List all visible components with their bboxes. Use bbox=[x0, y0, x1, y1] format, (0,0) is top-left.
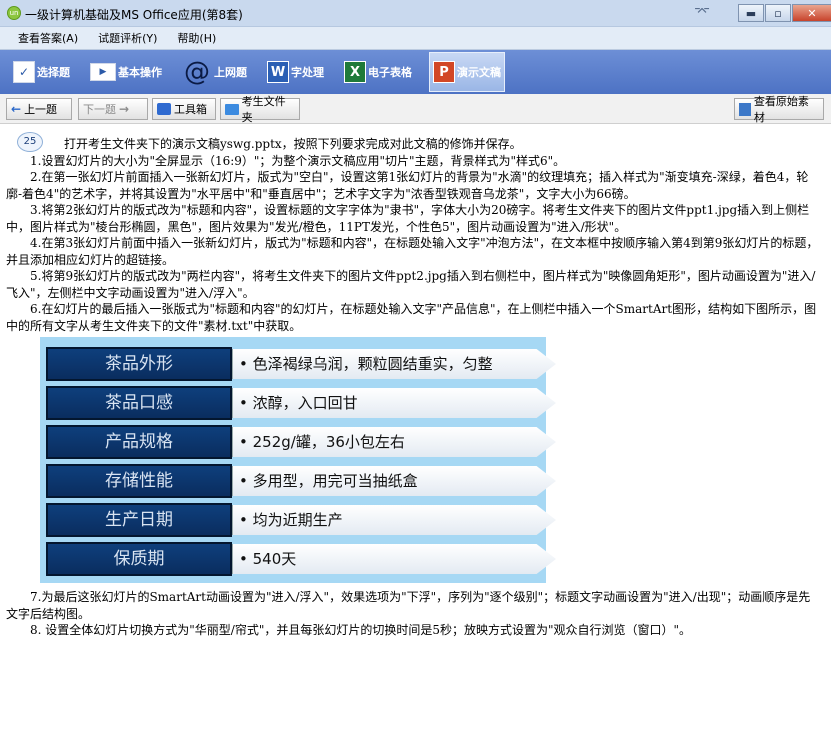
maximize-button[interactable]: ▫ bbox=[765, 4, 791, 22]
smartart-text: • 多用型，用完可当抽纸盒 bbox=[232, 466, 556, 496]
smartart-row: 茶品口感 • 浓醇，入口回甘 bbox=[46, 386, 556, 420]
toolbox-button[interactable]: 工具箱 bbox=[152, 98, 216, 120]
smartart-text: • 540天 bbox=[232, 544, 556, 574]
question-number-badge: 25 bbox=[17, 132, 43, 152]
question-item: 4.在第3张幻灯片前面中插入一张新幻灯片，版式为"标题和内容"，在标题处输入文字… bbox=[6, 236, 819, 267]
basic-op-icon: ▶ bbox=[90, 63, 116, 81]
smartart-label: 生产日期 bbox=[46, 503, 232, 537]
mode-toolbar: ✓ 选择题 ▶ 基本操作 @ 上网题 W 字处理 X 电子表格 P 演示文稿 bbox=[0, 50, 831, 94]
smartart-diagram: 茶品外形 • 色泽褐绿乌润，颗粒圆结重实，匀整 茶品口感 • 浓醇，入口回甘 产… bbox=[40, 337, 556, 583]
smartart-label: 保质期 bbox=[46, 542, 232, 576]
question-item: 5.将第9张幻灯片的版式改为"两栏内容"，将考生文件夹下的图片文件ppt2.jp… bbox=[6, 269, 816, 300]
app-logo-icon: un bbox=[7, 6, 21, 20]
nav-bar: ← 上一题 下一题 → 工具箱 考生文件夹 查看原始素材 bbox=[0, 94, 831, 124]
menu-view-answer[interactable]: 查看答案(A) bbox=[18, 30, 78, 46]
menu-help[interactable]: 帮助(H) bbox=[177, 30, 216, 46]
window-title: 一级计算机基础及MS Office应用(第8套) bbox=[25, 8, 243, 22]
mode-basic-operation[interactable]: ▶ 基本操作 bbox=[87, 52, 165, 92]
question-item: 6.在幻灯片的最后插入一张版式为"标题和内容"的幻灯片，在标题处输入文字"产品信… bbox=[6, 302, 817, 333]
mode-label: 字处理 bbox=[291, 66, 324, 79]
student-folder-label: 考生文件夹 bbox=[241, 95, 286, 124]
mode-excel[interactable]: X 电子表格 bbox=[341, 52, 415, 92]
mode-choice[interactable]: ✓ 选择题 bbox=[10, 52, 73, 92]
toolbox-label: 工具箱 bbox=[174, 103, 207, 116]
question-item: 8. 设置全体幻灯片切换方式为"华丽型/帘式"，并且每张幻灯片的切换时间是5秒；… bbox=[30, 623, 692, 637]
smartart-row: 生产日期 • 均为近期生产 bbox=[46, 503, 556, 537]
student-folder-button[interactable]: 考生文件夹 bbox=[220, 95, 300, 124]
next-label: 下一题 bbox=[83, 103, 116, 116]
title-bar: un 一级计算机基础及MS Office应用(第8套) ⌤ ▬ ▫ ✕ bbox=[0, 0, 831, 27]
question-item: 1.设置幻灯片的大小为"全屏显示（16:9）"；为整个演示文稿应用"切片"主题，… bbox=[30, 153, 566, 168]
mode-ppt[interactable]: P 演示文稿 bbox=[429, 52, 505, 92]
smartart-row: 存储性能 • 多用型，用完可当抽纸盒 bbox=[46, 464, 556, 498]
smartart-text: • 浓醇，入口回甘 bbox=[232, 388, 556, 418]
view-material-label: 查看原始素材 bbox=[753, 95, 809, 124]
prev-label: 上一题 bbox=[24, 103, 58, 116]
question-item: 7.为最后这张幻灯片的SmartArt动画设置为"进入/浮入"，效果选项为"下浮… bbox=[6, 590, 811, 621]
smartart-text: • 252g/罐，36小包左右 bbox=[232, 427, 556, 457]
window-controls: ▬ ▫ ✕ bbox=[738, 4, 831, 22]
smartart-label: 茶品口感 bbox=[46, 386, 232, 420]
smartart-text: • 色泽褐绿乌润，颗粒圆结重实，匀整 bbox=[232, 349, 556, 379]
smartart-row: 保质期 • 540天 bbox=[46, 542, 556, 576]
word-icon: W bbox=[267, 61, 289, 83]
smartart-label: 存储性能 bbox=[46, 464, 232, 498]
pin-icon[interactable]: ⌤ bbox=[694, 4, 710, 20]
smartart-row: 茶品外形 • 色泽褐绿乌润，颗粒圆结重实，匀整 bbox=[46, 347, 556, 381]
menu-bar: 查看答案(A) 试题评析(Y) 帮助(H) bbox=[0, 27, 831, 50]
view-material-button[interactable]: 查看原始素材 bbox=[734, 95, 824, 124]
question-item: 2.在第一张幻灯片前面插入一张新幻灯片，版式为"空白"，设置这第1张幻灯片的背景… bbox=[6, 170, 809, 201]
folder-icon bbox=[225, 103, 239, 115]
arrow-left-icon: ← bbox=[11, 102, 22, 116]
material-icon bbox=[739, 102, 751, 116]
question-item: 3.将第2张幻灯片的版式改为"标题和内容"，设置标题的文字字体为"隶书"，字体大… bbox=[6, 203, 810, 234]
smartart-text: • 均为近期生产 bbox=[232, 505, 556, 535]
question-content: 25 打开考生文件夹下的演示文稿yswg.pptx，按照下列要求完成对此文稿的修… bbox=[0, 124, 831, 733]
smartart-label: 茶品外形 bbox=[46, 347, 232, 381]
ppt-icon: P bbox=[433, 61, 455, 83]
question-intro: 打开考生文件夹下的演示文稿yswg.pptx，按照下列要求完成对此文稿的修饰并保… bbox=[64, 137, 522, 151]
prev-button[interactable]: ← 上一题 bbox=[6, 98, 72, 120]
next-button[interactable]: 下一题 → bbox=[78, 98, 148, 120]
mode-label: 上网题 bbox=[214, 66, 247, 79]
mode-label: 选择题 bbox=[37, 66, 70, 79]
menu-question-analysis[interactable]: 试题评析(Y) bbox=[98, 30, 157, 46]
mode-word[interactable]: W 字处理 bbox=[264, 52, 327, 92]
mode-label: 电子表格 bbox=[368, 66, 412, 79]
select-icon: ✓ bbox=[13, 61, 35, 83]
mode-label: 基本操作 bbox=[118, 66, 162, 79]
toolbox-icon bbox=[157, 103, 171, 115]
internet-icon: @ bbox=[184, 57, 210, 87]
smartart-label: 产品规格 bbox=[46, 425, 232, 459]
minimize-button[interactable]: ▬ bbox=[738, 4, 764, 22]
smartart-row: 产品规格 • 252g/罐，36小包左右 bbox=[46, 425, 556, 459]
mode-internet[interactable]: @ 上网题 bbox=[179, 52, 250, 92]
close-button[interactable]: ✕ bbox=[792, 4, 831, 22]
excel-icon: X bbox=[344, 61, 366, 83]
mode-label: 演示文稿 bbox=[457, 66, 501, 79]
arrow-right-icon: → bbox=[119, 102, 130, 116]
